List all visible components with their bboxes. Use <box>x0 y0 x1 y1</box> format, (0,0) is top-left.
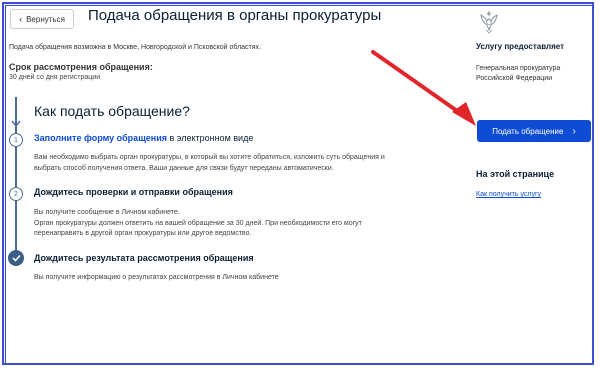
term-title: Срок рассмотрения обращения: <box>9 62 153 72</box>
step-1-line: выбрать способ получения ответа. Ваши да… <box>34 164 334 172</box>
step-2-title: Дождитесь проверки и отправки обращения <box>34 187 233 197</box>
back-button-label: Вернуться <box>26 14 65 24</box>
step-2-line: Орган прокуратуры должен ответить на ваш… <box>34 219 362 227</box>
screenshot-frame-inner <box>5 5 593 364</box>
step-2-marker: 2 <box>9 187 23 201</box>
back-button[interactable]: ‹ Вернуться <box>10 9 74 29</box>
annotation-arrow-icon <box>371 50 476 126</box>
step-1-title-rest: в электронном виде <box>167 133 254 143</box>
intro-text: Подача обращения возможна в Москве, Новг… <box>9 44 262 51</box>
emblem-icon <box>480 11 498 34</box>
submit-button-label: Подать обращение <box>492 126 564 136</box>
how-to-get-service-link[interactable]: Как получить услугу <box>476 191 541 198</box>
step-1-text: Вам необходимо выбрать орган прокуратуры… <box>34 153 385 174</box>
step-1-title: Заполните форму обращения в электронном … <box>34 133 253 143</box>
step-1-line: Вам необходимо выбрать орган прокуратуры… <box>34 154 385 161</box>
how-title: Как подать обращение? <box>34 103 190 119</box>
on-this-page-title: На этой странице <box>476 169 555 179</box>
step-3-marker <box>8 250 24 266</box>
step-3-line: Вы получите информацию о результатах рас… <box>34 274 279 281</box>
check-icon <box>11 254 21 262</box>
step-2-number: 2 <box>14 190 18 198</box>
step-2-text: Вы получите сообщение в Личном кабинете.… <box>34 208 362 240</box>
step-1-marker: 1 <box>9 133 23 147</box>
fill-form-link[interactable]: Заполните форму обращения <box>34 133 167 143</box>
step-3-text: Вы получите информацию о результатах рас… <box>34 273 279 284</box>
step-1-number: 1 <box>14 136 18 144</box>
arrow-down-icon <box>11 120 21 128</box>
page-title: Подача обращения в органы прокуратуры <box>88 7 382 24</box>
step-2-line: перенаправить в другой орган прокуратуры… <box>34 230 252 237</box>
term-value: 30 дней со дня регистрации <box>9 74 101 81</box>
chevron-left-icon: ‹ <box>19 14 23 24</box>
step-2-line: Вы получите сообщение в Личном кабинете. <box>34 209 180 216</box>
chevron-right-icon: › <box>572 125 576 137</box>
step-3-title: Дождитесь результата рассмотрения обраще… <box>34 253 254 263</box>
